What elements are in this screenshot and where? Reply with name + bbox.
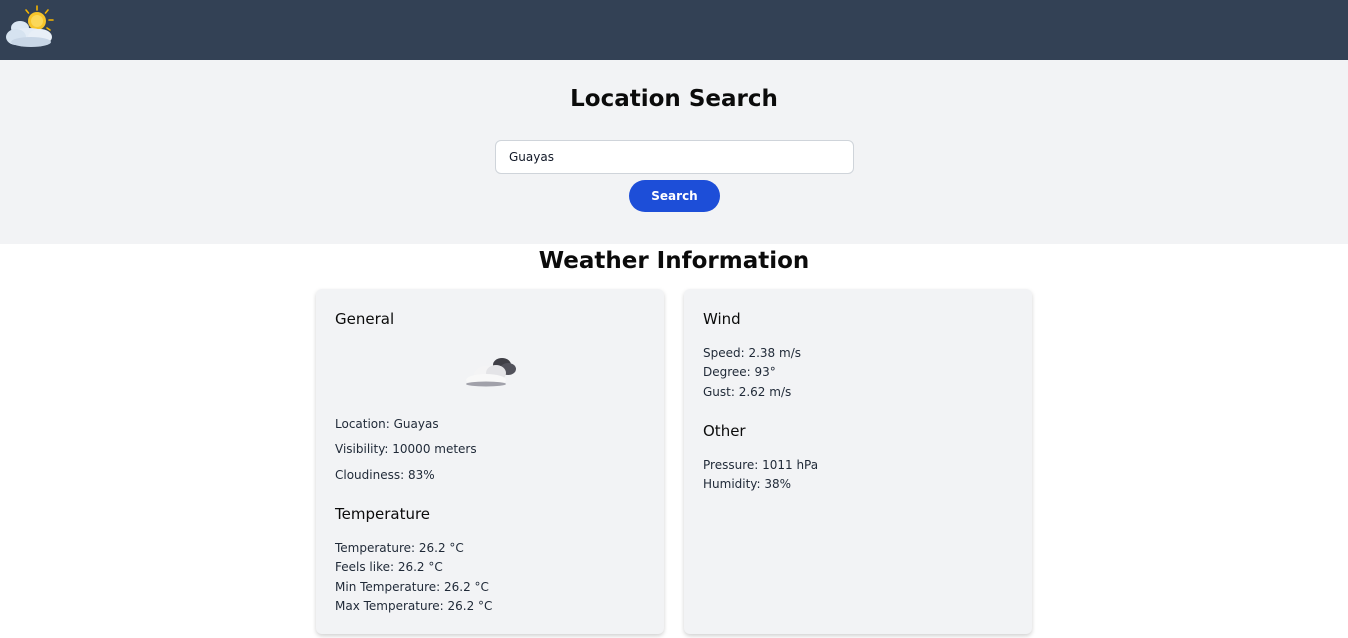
top-navbar	[0, 0, 1348, 60]
location-search-input[interactable]	[495, 140, 854, 174]
wind-heading: Wind	[703, 310, 741, 328]
temperature-heading: Temperature	[335, 505, 431, 523]
location-text: Location: Guayas	[335, 417, 439, 431]
wind-gust-text: Gust: 2.62 m/s	[703, 385, 792, 399]
search-button[interactable]: Search	[629, 180, 720, 212]
cloud-icon	[466, 358, 516, 387]
temperature-text: Temperature: 26.2 °C	[335, 541, 464, 555]
min-temperature-text: Min Temperature: 26.2 °C	[335, 580, 489, 594]
max-temperature-text: Max Temperature: 26.2 °C	[335, 599, 493, 613]
location-search-section: Location Search Search	[0, 60, 1348, 244]
pressure-text: Pressure: 1011 hPa	[703, 458, 819, 472]
other-heading: Other	[703, 422, 746, 440]
wind-other-card: Wind Speed: 2.38 m/s Degree: 93° Gust: 2…	[684, 289, 1032, 634]
sun-behind-cloud-icon[interactable]	[4, 4, 56, 50]
visibility-text: Visibility: 10000 meters	[335, 442, 477, 456]
general-heading: General	[335, 310, 395, 328]
wind-speed-text: Speed: 2.38 m/s	[703, 346, 801, 360]
feels-like-text: Feels like: 26.2 °C	[335, 560, 443, 574]
cloudiness-text: Cloudiness: 83%	[335, 468, 435, 482]
weather-information-title: Weather Information	[538, 248, 810, 274]
general-temperature-card: General Location: Guayas Visibility: 100…	[316, 289, 664, 634]
location-search-title: Location Search	[570, 86, 778, 112]
wind-degree-text: Degree: 93°	[703, 365, 776, 379]
humidity-text: Humidity: 38%	[703, 477, 792, 491]
